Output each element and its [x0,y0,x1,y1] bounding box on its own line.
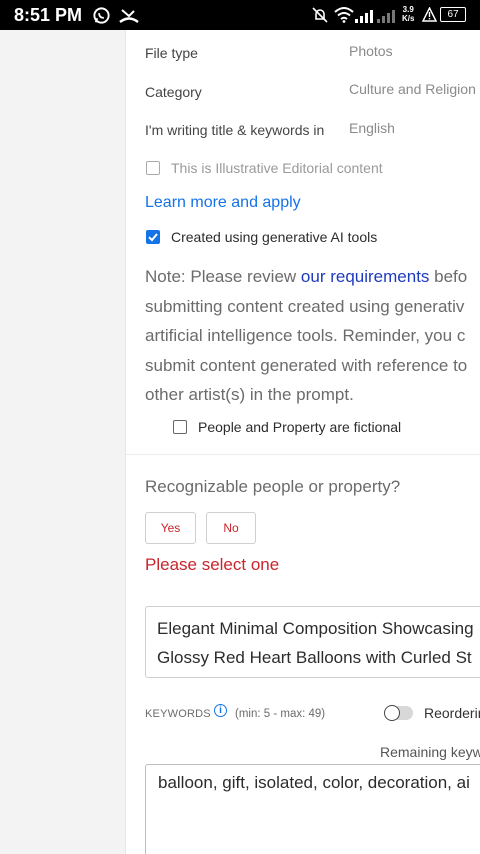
recognizable-question: Recognizable people or property? [145,477,401,496]
keywords-limits: (min: 5 - max: 49) [235,708,326,720]
editorial-checkbox-label: This is Illustrative Editorial content [171,160,383,176]
status-time: 8:51 PM [14,5,83,25]
keywords-label: KEYWORDS [145,708,211,720]
wifi-icon [334,6,354,28]
category-label: Category [145,84,202,100]
battery-icon: 67 [440,7,466,22]
note-line-4: submit content generated with reference … [145,355,468,375]
mute-icon [311,6,329,29]
requirements-link[interactable]: our requirements [301,267,430,286]
note-suffix: befo [429,267,468,286]
fictional-checkbox[interactable] [173,420,187,434]
file-type-label: File type [145,45,198,61]
gen-ai-checkbox[interactable] [146,230,160,244]
note-prefix: Note: Please review [145,267,301,286]
checkmark-icon [148,233,158,242]
remaining-keywords-label: Remaining keyw [380,744,480,760]
title-line-1: Elegant Minimal Composition Showcasing [157,619,474,638]
note-line-1: Note: Please review our requirements bef… [145,262,467,292]
reorder-toggle[interactable] [384,705,413,721]
section-divider [125,454,480,455]
reorder-label: Reorderin [424,705,480,721]
toggle-knob [384,705,400,721]
yes-button[interactable]: Yes [145,512,196,544]
signal-icon [355,7,397,28]
editorial-checkbox[interactable] [146,161,160,175]
status-bar: 8:51 PM 3.9 K/s 67 [0,0,480,30]
alert-icon [421,6,438,27]
battery-level: 67 [447,9,459,20]
note-line-3: artificial intelligence tools. Reminder,… [145,326,466,345]
learn-more-link[interactable]: Learn more and apply [145,194,301,212]
error-message: Please select one [145,555,280,574]
category-value: Culture and Religion [349,81,476,97]
net-speed-unit: K/s [402,14,415,23]
gen-ai-checkbox-label: Created using generative AI tools [171,229,378,245]
fictional-checkbox-label: People and Property are fictional [198,419,402,435]
note-line-5: other artist(s) in the prompt. [145,385,354,404]
network-speed: 3.9 K/s [402,5,414,23]
note-line-2: submitting content created using generat… [145,296,465,316]
keywords-field[interactable]: balloon, gift, isolated, color, decorati… [145,764,480,854]
language-label: I'm writing title & keywords in [145,122,325,138]
info-icon[interactable]: i [214,704,227,717]
left-panel [0,30,126,854]
content-details-panel: File type Photos Category Culture and Re… [125,30,480,854]
title-line-2: Glossy Red Heart Balloons with Curled St [157,648,472,667]
title-field[interactable]: Elegant Minimal Composition Showcasing G… [145,606,480,678]
keywords-value: balloon, gift, isolated, color, decorati… [158,773,470,792]
language-value: English [349,120,395,136]
net-speed-value: 3.9 [402,5,414,14]
gen-ai-note: Note: Please review our requirements bef… [145,262,467,410]
no-button[interactable]: No [206,512,256,544]
whatsapp-icon [92,6,111,30]
missed-call-icon [119,7,139,30]
file-type-value: Photos [349,43,393,59]
